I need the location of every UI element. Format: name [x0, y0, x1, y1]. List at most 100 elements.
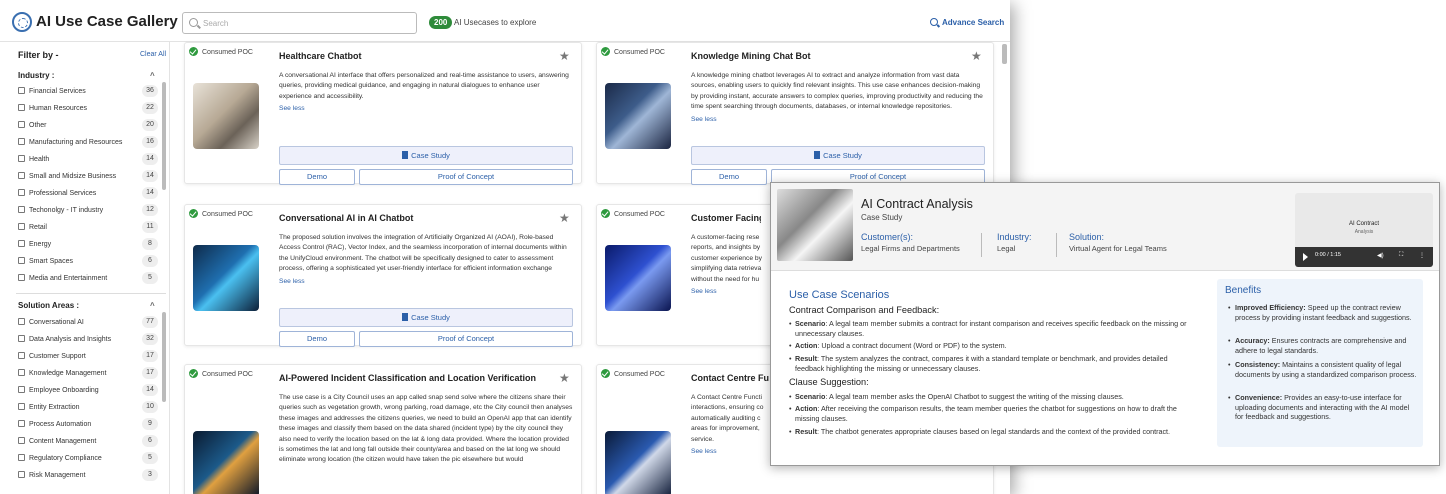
card-title[interactable]: Contact Centre Fu: [691, 373, 771, 383]
checkbox[interactable]: [18, 352, 25, 359]
checkbox[interactable]: [18, 335, 25, 342]
industry-label: Industry:: [997, 232, 1032, 242]
filter-option-label: Entity Extraction: [29, 404, 80, 411]
card-desc-text: A knowledge mining chatbot leverages AI …: [691, 72, 983, 111]
case-study-button[interactable]: Case Study: [279, 308, 573, 327]
see-less-link[interactable]: See less: [691, 115, 986, 125]
bullet-text: : A legal team member submits a contract…: [795, 319, 1187, 338]
industry-heading[interactable]: Industry : ^: [18, 71, 155, 80]
clear-all-link[interactable]: Clear All: [140, 51, 166, 58]
see-less-link[interactable]: See less: [691, 287, 771, 297]
card-description: A customer-facing rese reports, and insi…: [691, 233, 771, 297]
checkbox[interactable]: [18, 189, 25, 196]
fullscreen-icon[interactable]: ⛶: [1399, 252, 1403, 259]
see-less-link[interactable]: See less: [279, 277, 574, 287]
filter-option[interactable]: Human Resources 22: [18, 102, 168, 117]
filter-option-count: 22: [142, 102, 158, 114]
filter-option[interactable]: Regulatory Compliance 5: [18, 452, 168, 467]
checkbox[interactable]: [18, 87, 25, 94]
play-icon[interactable]: [1303, 253, 1308, 261]
star-icon[interactable]: ★: [559, 211, 570, 225]
checkbox[interactable]: [18, 386, 25, 393]
checkbox[interactable]: [18, 121, 25, 128]
filter-option-label: Health: [29, 156, 50, 163]
checkbox[interactable]: [18, 274, 25, 281]
checkbox[interactable]: [18, 138, 25, 145]
filter-option[interactable]: Financial Services 36: [18, 85, 168, 100]
search-box[interactable]: [182, 12, 417, 34]
check-circle-icon: [601, 369, 610, 378]
filter-option[interactable]: Risk Management 3: [18, 469, 168, 484]
checkbox[interactable]: [18, 369, 25, 376]
document-icon: [402, 313, 409, 321]
main-scrollbar[interactable]: [1002, 44, 1007, 64]
checkbox[interactable]: [18, 318, 25, 325]
card-title[interactable]: Customer Facing R: [691, 213, 761, 223]
check-circle-icon: [189, 369, 198, 378]
filter-option[interactable]: Customer Support 17: [18, 350, 168, 365]
filter-option[interactable]: Techonolgy - IT industry 12: [18, 204, 168, 219]
star-icon[interactable]: ★: [559, 371, 570, 385]
video-time: 0:00 / 1:15: [1315, 252, 1341, 258]
case-study-button[interactable]: Case Study: [279, 146, 573, 165]
filter-option[interactable]: Conversational AI 77: [18, 316, 168, 331]
filter-option[interactable]: Health 14: [18, 153, 168, 168]
more-options-icon[interactable]: ⋮: [1419, 252, 1425, 259]
see-less-link[interactable]: See less: [279, 104, 574, 114]
checkbox[interactable]: [18, 454, 25, 461]
filter-option[interactable]: Smart Spaces 6: [18, 255, 168, 270]
checkbox[interactable]: [18, 155, 25, 162]
search-input[interactable]: [203, 15, 403, 31]
volume-icon[interactable]: ◀): [1377, 252, 1384, 259]
checkbox[interactable]: [18, 223, 25, 230]
filter-option[interactable]: Content Management 6: [18, 435, 168, 450]
case-study-button[interactable]: Case Study: [691, 146, 985, 165]
filter-option[interactable]: Media and Entertainment 5: [18, 272, 168, 287]
tag-label: Consumed POC: [202, 49, 253, 56]
chevron-up-icon[interactable]: ^: [150, 71, 155, 80]
see-less-link[interactable]: See less: [691, 447, 771, 457]
filter-option[interactable]: Other 20: [18, 119, 168, 134]
demo-button[interactable]: Demo: [279, 331, 355, 347]
filter-option[interactable]: Knowledge Management 17: [18, 367, 168, 382]
demo-button[interactable]: Demo: [691, 169, 767, 185]
card-title[interactable]: Healthcare Chatbot: [279, 51, 539, 61]
checkbox[interactable]: [18, 206, 25, 213]
filter-option[interactable]: Retail 11: [18, 221, 168, 236]
vr-headset-image: [605, 431, 671, 494]
checkbox[interactable]: [18, 471, 25, 478]
filter-option[interactable]: Employee Onboarding 14: [18, 384, 168, 399]
solution-areas-heading[interactable]: Solution Areas : ^: [18, 301, 155, 310]
advance-search-link[interactable]: Advance Search: [930, 18, 1004, 27]
filter-option[interactable]: Process Automation 9: [18, 418, 168, 433]
checkbox[interactable]: [18, 240, 25, 247]
divider: [16, 293, 166, 294]
card-title[interactable]: AI-Powered Incident Classification and L…: [279, 373, 554, 383]
usecase-count-label: AI Usecases to explore: [454, 18, 537, 27]
star-icon[interactable]: ★: [971, 49, 982, 63]
filter-option[interactable]: Manufacturing and Resources 16: [18, 136, 168, 151]
filter-option[interactable]: Energy 8: [18, 238, 168, 253]
filter-option[interactable]: Data Analysis and Insights 32: [18, 333, 168, 348]
star-icon[interactable]: ★: [559, 49, 570, 63]
checkbox[interactable]: [18, 257, 25, 264]
proof-of-concept-button[interactable]: Proof of Concept: [359, 169, 573, 185]
robot-hand-image: [777, 189, 853, 261]
filter-option[interactable]: Entity Extraction 10: [18, 401, 168, 416]
checkbox[interactable]: [18, 104, 25, 111]
proof-of-concept-button[interactable]: Proof of Concept: [359, 331, 573, 347]
customers-label: Customer(s):: [861, 232, 914, 242]
checkbox[interactable]: [18, 420, 25, 427]
chevron-up-icon[interactable]: ^: [150, 301, 155, 310]
benefits-heading: Benefits: [1225, 285, 1262, 296]
card-title[interactable]: Knowledge Mining Chat Bot: [691, 51, 951, 61]
demo-button[interactable]: Demo: [279, 169, 355, 185]
consumed-poc-tag: Consumed POC: [189, 209, 253, 220]
card-title[interactable]: Conversational AI in AI Chatbot: [279, 213, 539, 223]
video-player[interactable]: AI Contract Analysis 0:00 / 1:15 ◀) ⛶ ⋮: [1295, 193, 1433, 267]
checkbox[interactable]: [18, 172, 25, 179]
checkbox[interactable]: [18, 403, 25, 410]
filter-option[interactable]: Small and Midsize Business 14: [18, 170, 168, 185]
filter-option[interactable]: Professional Services 14: [18, 187, 168, 202]
checkbox[interactable]: [18, 437, 25, 444]
